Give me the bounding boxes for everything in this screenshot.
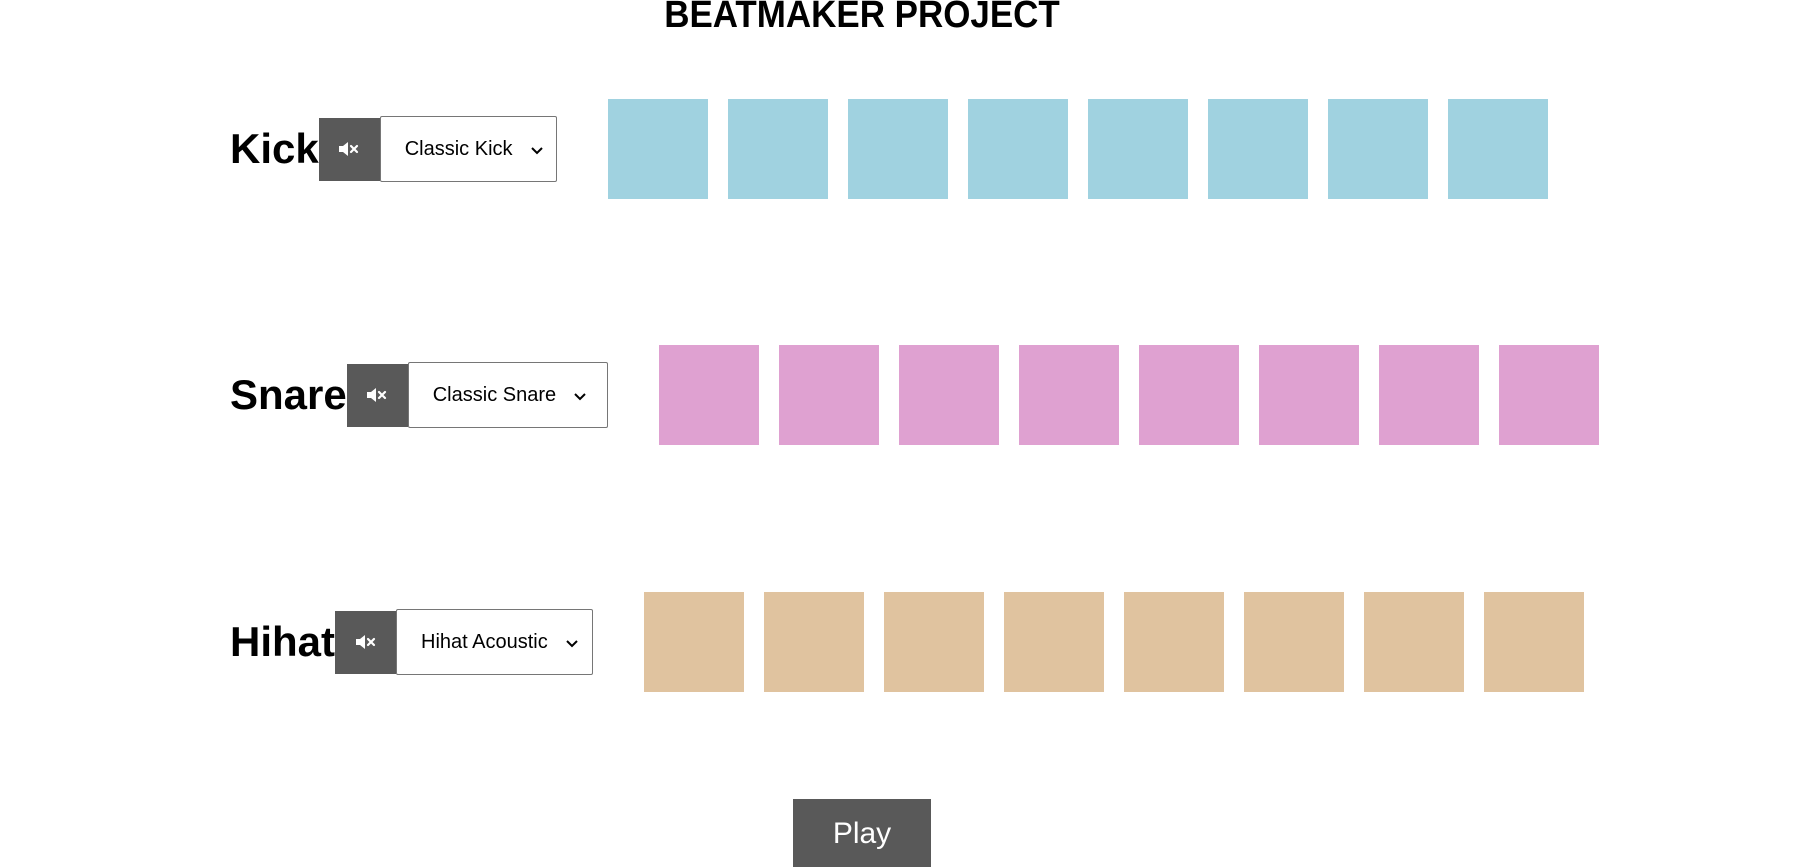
hihat-pad[interactable] [884, 592, 984, 692]
hihat-pad[interactable] [1004, 592, 1104, 692]
track-label-snare: Snare [230, 371, 347, 418]
snare-pad[interactable] [1138, 345, 1239, 445]
snare-pad[interactable] [898, 345, 999, 445]
volume-mute-icon [355, 635, 375, 649]
chevron-down-icon [530, 138, 543, 161]
kick-sound-select[interactable]: Classic Kick [379, 116, 557, 182]
kick-pad[interactable] [967, 99, 1068, 199]
track-label-hihat: Hihat [230, 618, 335, 665]
hihat-pad[interactable] [764, 592, 864, 692]
page-title: BEATMAKER PROJECT [664, 0, 1060, 36]
hihat-pad[interactable] [1364, 592, 1464, 692]
kick-pads [607, 99, 1548, 199]
kick-pad[interactable] [1327, 99, 1428, 199]
snare-pad[interactable] [1258, 345, 1359, 445]
hihat-mute-button[interactable] [335, 610, 396, 674]
hihat-pad[interactable] [1244, 592, 1344, 692]
kick-pad[interactable] [847, 99, 948, 199]
kick-pad[interactable] [1207, 99, 1308, 199]
track-kick: Kick Classic Kick [230, 99, 1548, 199]
snare-select-value: Classic Snare [432, 383, 557, 406]
snare-pad[interactable] [1378, 345, 1479, 445]
chevron-down-icon [566, 631, 578, 654]
snare-pads [658, 345, 1599, 445]
snare-pad[interactable] [1498, 345, 1599, 445]
kick-pad[interactable] [727, 99, 828, 199]
snare-pad[interactable] [778, 345, 879, 445]
kick-pad[interactable] [1447, 99, 1548, 199]
volume-mute-icon [367, 388, 387, 402]
beatmaker-app: BEATMAKER PROJECT Kick Classic Kick Snar… [0, 0, 1799, 867]
play-button[interactable]: Play [793, 799, 931, 867]
kick-mute-button[interactable] [318, 117, 380, 181]
snare-sound-select[interactable]: Classic Snare [407, 362, 608, 428]
volume-mute-icon [339, 142, 359, 156]
kick-pad[interactable] [1087, 99, 1188, 199]
hihat-sound-select[interactable]: Hihat Acoustic [396, 609, 593, 675]
hihat-pad[interactable] [1484, 592, 1584, 692]
kick-select-value: Classic Kick [404, 137, 513, 160]
track-hihat: Hihat Hihat Acoustic [230, 592, 1584, 692]
snare-pad[interactable] [1018, 345, 1119, 445]
track-snare: Snare Classic Snare [230, 345, 1599, 445]
hihat-pad[interactable] [644, 592, 744, 692]
hihat-select-value: Hihat Acoustic [421, 630, 548, 653]
chevron-down-icon [574, 384, 586, 407]
hihat-pads [644, 592, 1584, 692]
kick-pad[interactable] [607, 99, 708, 199]
track-label-kick: Kick [230, 125, 319, 172]
snare-mute-button[interactable] [346, 363, 408, 427]
snare-pad[interactable] [658, 345, 759, 445]
hihat-pad[interactable] [1124, 592, 1224, 692]
